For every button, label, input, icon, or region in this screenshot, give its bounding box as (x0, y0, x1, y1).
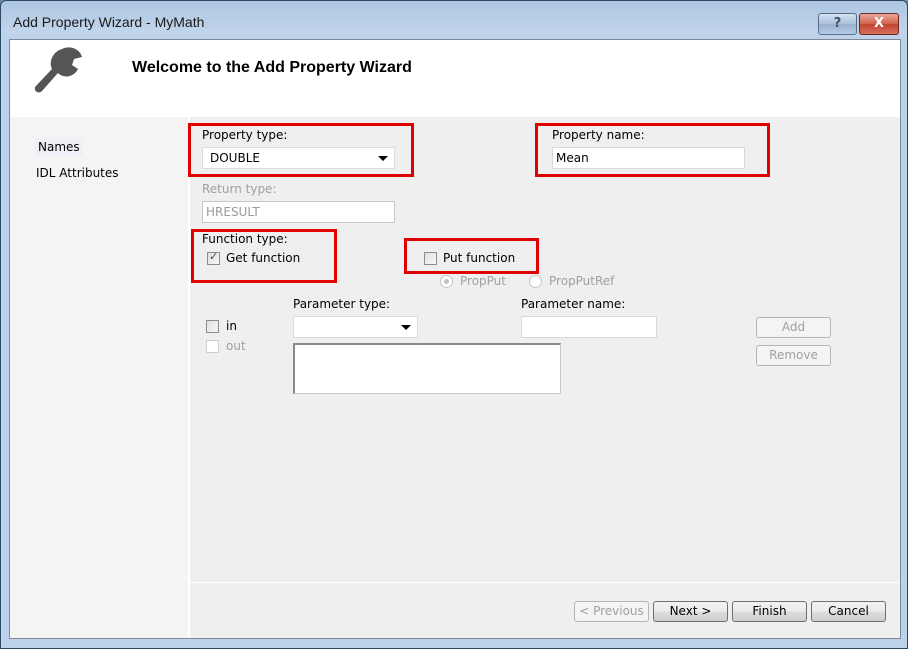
next-button[interactable]: Next > (653, 601, 728, 622)
parameter-name-input[interactable] (521, 316, 657, 338)
property-name-label: Property name: (552, 128, 645, 142)
parameter-type-select[interactable] (293, 316, 418, 338)
nav-item-idl-attributes[interactable]: IDL Attributes (33, 164, 122, 182)
property-type-select[interactable]: DOUBLE (202, 147, 395, 169)
chevron-down-icon (401, 325, 411, 330)
wizard-window: Add Property Wizard - MyMath ? X Welcome… (0, 0, 908, 649)
wizard-nav: Names IDL Attributes (10, 117, 190, 638)
checkmark-icon: ✓ (209, 250, 219, 263)
get-function-label[interactable]: Get function (226, 251, 300, 265)
in-label[interactable]: in (226, 319, 237, 333)
propputref-label: PropPutRef (549, 274, 615, 288)
nav-item-names[interactable]: Names (35, 138, 83, 156)
add-button[interactable]: Add (756, 317, 831, 338)
propput-radio (440, 275, 453, 288)
divider (190, 582, 900, 583)
out-label: out (226, 339, 246, 353)
return-type-input: HRESULT (202, 201, 395, 223)
propputref-radio (529, 275, 542, 288)
return-type-label: Return type: (202, 182, 277, 196)
finish-button[interactable]: Finish (732, 601, 807, 622)
wizard-main: Property type: DOUBLE Property name: Mea… (188, 117, 900, 638)
help-button[interactable]: ? (818, 13, 857, 35)
wizard-header: Welcome to the Add Property Wizard (10, 40, 900, 117)
put-function-checkbox[interactable] (424, 252, 437, 265)
put-function-label[interactable]: Put function (443, 251, 515, 265)
property-name-input[interactable]: Mean (552, 147, 745, 169)
cancel-button[interactable]: Cancel (811, 601, 886, 622)
title-bar: Add Property Wizard - MyMath ? X (1, 1, 907, 41)
parameter-list[interactable] (293, 343, 561, 394)
propput-label: PropPut (460, 274, 506, 288)
property-type-value: DOUBLE (210, 151, 260, 165)
parameter-name-label: Parameter name: (521, 297, 626, 311)
parameter-type-label: Parameter type: (293, 297, 391, 311)
property-type-label: Property type: (202, 128, 288, 142)
get-function-checkbox[interactable]: ✓ (207, 250, 220, 265)
function-type-label: Function type: (202, 232, 288, 246)
window-title: Add Property Wizard - MyMath (13, 14, 205, 30)
remove-button[interactable]: Remove (756, 345, 831, 366)
wrench-icon (34, 47, 82, 93)
page-heading: Welcome to the Add Property Wizard (132, 59, 412, 76)
close-button[interactable]: X (859, 13, 899, 35)
chevron-down-icon (378, 156, 388, 161)
previous-button[interactable]: < Previous (574, 601, 649, 622)
out-checkbox (206, 340, 219, 353)
in-checkbox[interactable] (206, 320, 219, 333)
dialog-client: Welcome to the Add Property Wizard Names… (9, 39, 901, 639)
